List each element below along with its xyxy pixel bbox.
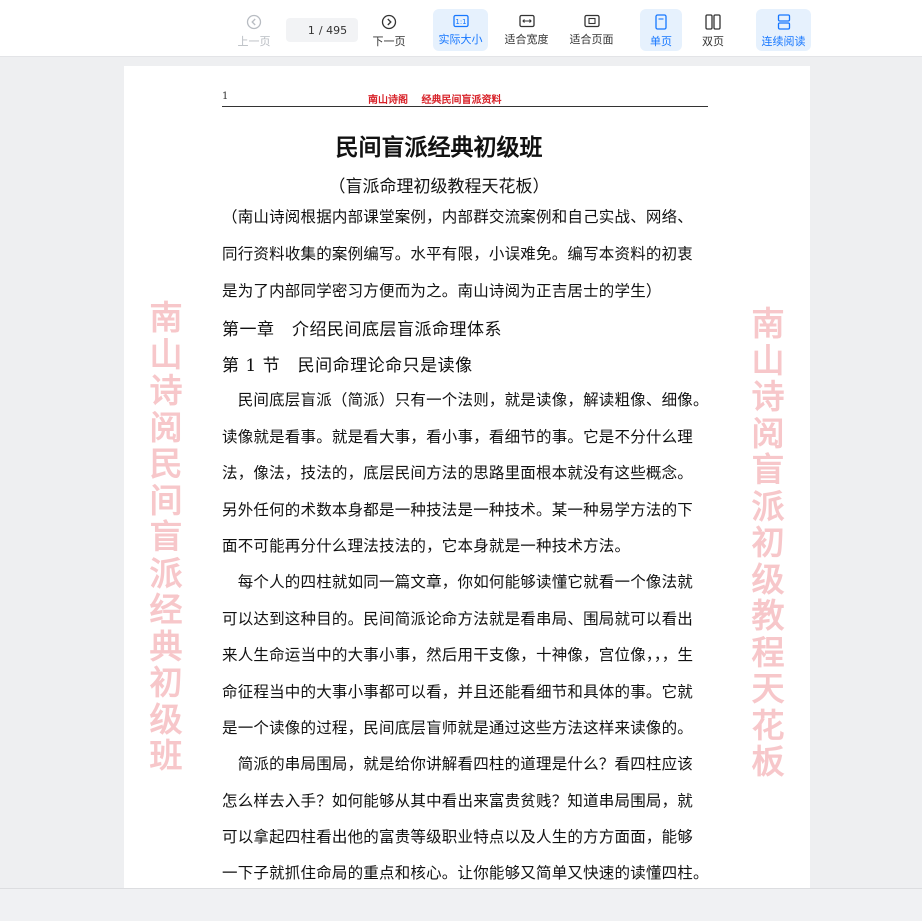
single-page-button[interactable]: 单页	[640, 9, 682, 51]
running-header: 1 南山诗阁 经典民间盲派资料	[222, 91, 708, 107]
current-page-input[interactable]: 1	[297, 24, 315, 37]
single-page-label: 单页	[650, 35, 672, 48]
document-page: 1 南山诗阁 经典民间盲派资料 民间盲派经典初级班 （盲派命理初级教程天花板） …	[124, 66, 810, 896]
single-page-icon	[655, 14, 667, 30]
double-page-label: 双页	[702, 35, 724, 48]
text-line: 法，像法，技法的，底层民间方法的思路里面根本就没有这些概念。	[222, 464, 694, 482]
text-line: 怎么样去入手？如何能够从其中看出来富贵贫贱？知道串局围局，就	[222, 792, 694, 810]
actual-size-label: 实际大小	[438, 33, 483, 46]
text-line: 每个人的四柱就如同一篇文章，你如何能够读懂它就看一个像法就	[222, 573, 694, 591]
text-line: 一下子就抓住命局的重点和核心。让你能够又简单又快速的读懂四柱。	[222, 864, 709, 882]
arrow-left-icon	[246, 14, 262, 30]
double-page-icon	[705, 14, 721, 30]
arrow-right-icon	[381, 14, 397, 30]
text-line: 可以拿起四柱看出他的富贵等级职业特点以及人生的方方面面，能够	[222, 828, 694, 846]
next-page-label: 下一页	[372, 35, 406, 48]
text-line: 是一个读像的过程，民间底层盲师就是通过这些方法这样来读像的。	[222, 719, 694, 737]
watermark-right: 南山诗阅 盲派初级教程天花板	[751, 304, 811, 781]
prev-page-button[interactable]: 上一页	[233, 9, 275, 51]
continuous-reading-label: 连续阅读	[761, 35, 806, 48]
header-page-number: 1	[222, 91, 229, 102]
text-line: 读像就是看事。就是看大事，看小事，看细节的事。它是不分什么理	[222, 428, 694, 446]
text-line: 来人生命运当中的大事小事，然后用干支像，十神像，宫位像，，，生	[222, 646, 694, 664]
section-heading: 第 1 节 民间命理论命只是读像	[222, 356, 473, 376]
page-total: / 495	[318, 23, 348, 37]
text-line: 面不可能再分什么理法技法的，它本身就是一种技术方法。	[222, 537, 631, 555]
page-number-box: 1 / 495	[286, 18, 358, 42]
fit-width-icon	[518, 14, 535, 28]
text-line: 可以达到这种目的。民间简派论命方法就是看串局、围局就可以看出	[222, 610, 694, 628]
text-line: （南山诗阅根据内部课堂案例，内部群交流案例和自己实战、网络、	[222, 208, 694, 226]
text-line: 命征程当中的大事小事都可以看，并且还能看细节和具体的事。它就	[222, 683, 694, 701]
double-page-button[interactable]: 双页	[692, 9, 734, 51]
actual-size-button[interactable]: 1:1 实际大小	[433, 9, 488, 51]
document-title: 民间盲派经典初级班	[335, 134, 543, 161]
header-title: 南山诗阁 经典民间盲派资料	[368, 95, 502, 106]
document-subtitle: （盲派命理初级教程天花板）	[328, 177, 550, 197]
svg-text:1:1: 1:1	[455, 18, 466, 26]
continuous-reading-icon	[777, 14, 790, 30]
bottom-status-bar	[0, 888, 922, 921]
text-line: 是为了内部同学密习方便而为之。南山诗阅为正吉居士的学生）	[222, 282, 662, 300]
fit-page-icon	[583, 14, 600, 28]
continuous-reading-button[interactable]: 连续阅读	[756, 9, 811, 51]
reader-toolbar: 上一页 1 / 495 下一页 1:1 实际大小 适合宽度 适合页面 单页 双页…	[0, 0, 922, 57]
fit-width-label: 适合宽度	[504, 33, 549, 46]
actual-size-icon: 1:1	[452, 14, 469, 28]
prev-page-label: 上一页	[237, 35, 271, 48]
watermark-left: 南山诗阅 民间盲派经典初级班	[149, 298, 216, 775]
text-line: 同行资料收集的案例编写。水平有限，小误难免。编写本资料的初衷	[222, 245, 694, 263]
text-line: 简派的串局围局，就是给你讲解看四柱的道理是什么？看四柱应该	[222, 755, 694, 773]
chapter-heading: 第一章 介绍民间底层盲派命理体系	[222, 320, 502, 340]
fit-page-button[interactable]: 适合页面	[564, 9, 619, 51]
text-line: 另外任何的术数本身都是一种技法是一种技术。某一种易学方法的下	[222, 501, 694, 519]
text-line: 民间底层盲派（简派）只有一个法则，就是读像，解读粗像、细像。	[222, 391, 709, 409]
next-page-button[interactable]: 下一页	[368, 9, 410, 51]
fit-page-label: 适合页面	[569, 33, 614, 46]
fit-width-button[interactable]: 适合宽度	[499, 9, 554, 51]
